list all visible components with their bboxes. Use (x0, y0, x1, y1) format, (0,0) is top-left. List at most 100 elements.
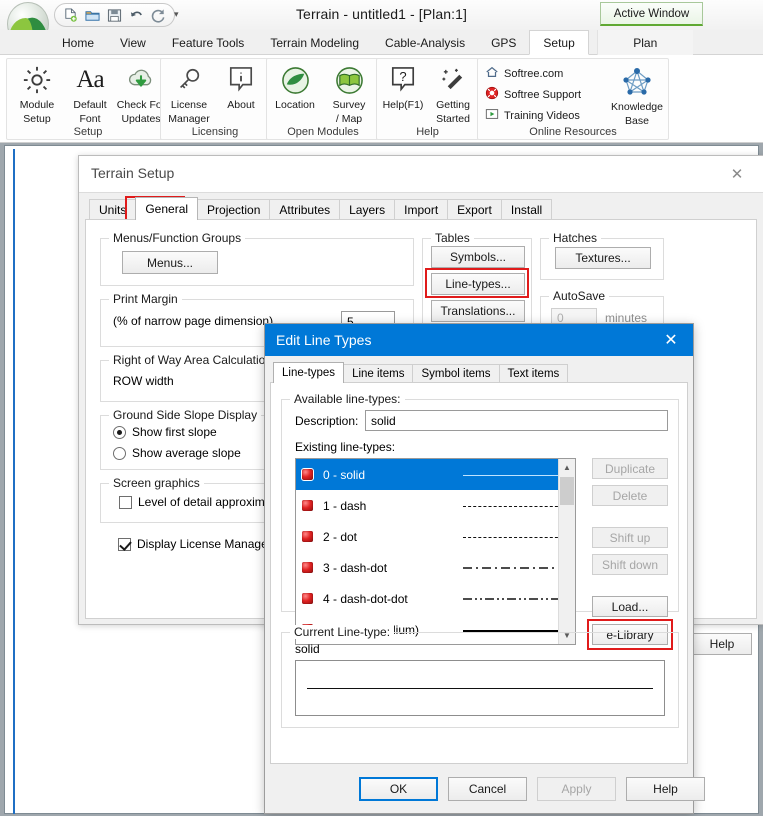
radio-show-average-slope[interactable]: Show average slope (113, 446, 241, 460)
title-bar: ▾ Terrain - untitled1 - [Plan:1] Active … (0, 0, 763, 46)
close-icon[interactable]: ✕ (717, 161, 757, 187)
tab-line-items[interactable]: Line items (343, 364, 414, 383)
button-label: Textures... (575, 251, 631, 265)
load-button[interactable]: Load... (592, 596, 668, 617)
close-icon[interactable]: ✕ (649, 324, 693, 356)
radio-label: Show average slope (132, 446, 241, 460)
ribbon-tab-setup[interactable]: Setup (529, 30, 589, 55)
tab-install[interactable]: Install (500, 199, 553, 220)
textures-button[interactable]: Textures... (555, 247, 651, 269)
ribbon-label-line1: Module (19, 99, 55, 111)
edit-line-types-tabs: Line-types Line items Symbol items Text … (273, 362, 569, 383)
cloud-download-icon (126, 63, 156, 97)
tab-general[interactable]: General (135, 197, 199, 220)
ribbon-tab-gps[interactable]: GPS (478, 30, 529, 55)
tab-layers[interactable]: Layers (339, 199, 396, 220)
shift-up-button[interactable]: Shift up (592, 527, 668, 548)
ribbon-button-license-manager[interactable]: License Manager (161, 63, 217, 125)
ribbon-link-training-videos[interactable]: Training Videos (485, 107, 580, 124)
ribbon-button-location[interactable]: Location (267, 63, 323, 111)
tab-import[interactable]: Import (394, 199, 449, 220)
tab-label: Export (457, 203, 492, 217)
ribbon-label-line1: Check For (116, 99, 166, 111)
terrain-setup-help-button[interactable]: Help (692, 633, 752, 655)
ok-button[interactable]: OK (359, 777, 438, 801)
duplicate-button[interactable]: Duplicate (592, 458, 668, 479)
ribbon-link-softree-support[interactable]: Softree Support (485, 86, 581, 103)
active-window-button[interactable]: Active Window (600, 2, 703, 26)
list-item[interactable]: 3 - dash-dot (296, 552, 575, 583)
ribbon-tab-terrain-modeling[interactable]: Terrain Modeling (257, 30, 372, 55)
list-item[interactable]: 1 - dash (296, 490, 575, 521)
help-button[interactable]: Help (626, 777, 705, 801)
line-types-button[interactable]: Line-types... (431, 273, 525, 295)
scrollbar-thumb[interactable] (560, 477, 574, 505)
button-label: Help (653, 782, 678, 796)
ribbon-tab-plan[interactable]: Plan (596, 30, 693, 55)
ribbon-group-label-online-resources: Online Resources (529, 126, 617, 138)
line-type-preview (463, 499, 563, 513)
tab-projection[interactable]: Projection (197, 199, 271, 220)
tab-units[interactable]: Units (89, 199, 137, 220)
translations-button[interactable]: Translations... (431, 300, 525, 322)
tables-box: Tables Symbols... Line-types... Translat… (422, 231, 532, 328)
button-label: Translations... (440, 304, 516, 318)
font-aa-icon: Aa (76, 66, 104, 93)
delete-button[interactable]: Delete (592, 485, 668, 506)
ribbon-tab-cable-analysis[interactable]: Cable-Analysis (372, 30, 478, 55)
tab-label: Units (99, 203, 127, 217)
button-label: Line-types... (445, 277, 511, 291)
tab-symbol-items[interactable]: Symbol items (412, 364, 500, 383)
lifering-icon (485, 86, 499, 103)
ribbon-tab-feature-tools[interactable]: Feature Tools (159, 30, 258, 55)
ribbon-tab-view[interactable]: View (107, 30, 159, 55)
list-item[interactable]: 2 - dot (296, 521, 575, 552)
ribbon-group-label-setup: Setup (73, 126, 103, 138)
tab-label: Terrain Modeling (270, 35, 360, 50)
hatches-box: Hatches Textures... (540, 231, 664, 280)
tab-export[interactable]: Export (447, 199, 502, 220)
ribbon-group-label-open-modules: Open Modules (287, 126, 359, 138)
ribbon-label-line1: Knowledge (611, 101, 663, 113)
plan-view-ruler (13, 149, 15, 814)
listbox-scrollbar[interactable]: ▲ ▼ (558, 459, 575, 644)
line-type-color-swatch (302, 593, 313, 604)
menus-button[interactable]: Menus... (122, 251, 218, 274)
line-types-listbox[interactable]: 0 - solid 1 - dash 2 - dot 3 - dash-dot … (295, 458, 576, 645)
scroll-up-icon[interactable]: ▲ (559, 459, 575, 476)
tab-attributes[interactable]: Attributes (269, 199, 341, 220)
tab-text-items[interactable]: Text items (498, 364, 569, 383)
magic-wand-icon (440, 63, 467, 97)
radio-label: Show first slope (132, 425, 217, 439)
tab-line-types[interactable]: Line-types (273, 362, 345, 383)
ribbon-button-knowledge-base[interactable]: Knowledge Base (606, 65, 668, 127)
ribbon-button-survey-map[interactable]: Survey / Map (321, 63, 377, 125)
list-item[interactable]: 0 - solid (296, 459, 575, 490)
ribbon-tab-home[interactable]: Home (49, 30, 107, 55)
list-item[interactable]: 4 - dash-dot-dot (296, 583, 575, 614)
video-play-icon (485, 107, 499, 124)
input-value: solid (371, 413, 396, 428)
ribbon-button-about[interactable]: About (213, 63, 269, 111)
ribbon-button-getting-started[interactable]: Getting Started (425, 63, 481, 125)
description-input[interactable]: solid (365, 410, 668, 431)
cancel-button[interactable]: Cancel (448, 777, 527, 801)
radio-show-first-slope[interactable]: Show first slope (113, 425, 217, 439)
location-leaf-icon (281, 63, 310, 97)
apply-button[interactable]: Apply (537, 777, 616, 801)
info-icon (228, 63, 254, 97)
ribbon-label-line1: About (227, 99, 255, 111)
ribbon-link-softree-com[interactable]: Softree.com (485, 65, 563, 82)
ribbon-button-help-f1[interactable]: ? Help(F1) (375, 63, 431, 111)
ribbon-label-line1: License (170, 99, 208, 111)
button-label: Shift up (609, 530, 651, 545)
symbols-button[interactable]: Symbols... (431, 246, 525, 268)
shift-down-button[interactable]: Shift down (592, 554, 668, 575)
tab-label: Line-types (282, 367, 336, 379)
button-label: Cancel (468, 782, 507, 796)
checkbox-display-license-manager[interactable]: Display License Manager on (118, 537, 288, 551)
ribbon-button-module-setup[interactable]: Module Setup (9, 63, 65, 125)
ribbon-group-help: ? Help(F1) Getting Started Help (376, 58, 479, 140)
key-icon (175, 63, 203, 97)
ribbon-button-default-font[interactable]: Aa Default Font (62, 63, 118, 125)
